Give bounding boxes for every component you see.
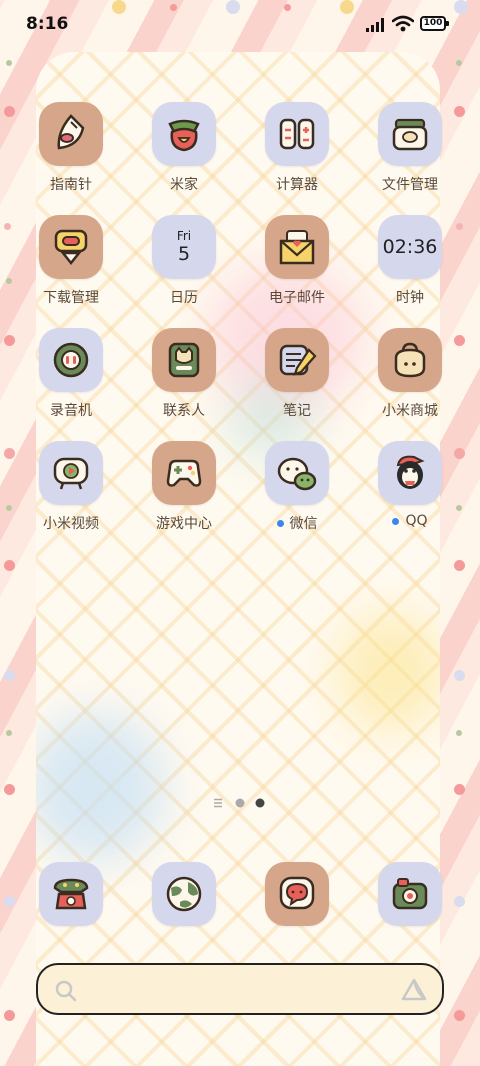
app-file-manager[interactable]: 文件管理 — [363, 102, 457, 194]
app-label: 计算器 — [276, 177, 318, 193]
page-indicator[interactable] — [214, 798, 268, 808]
clock-time: 02:36 — [382, 236, 438, 258]
email-icon — [265, 215, 329, 279]
app-calculator[interactable]: 计算器 — [250, 102, 344, 194]
camera-icon — [378, 862, 442, 926]
app-label: 小米视频 — [43, 516, 99, 532]
app-wechat[interactable]: 微信 — [250, 441, 344, 533]
wifi-icon — [392, 15, 414, 32]
calendar-date: 5 — [177, 243, 191, 265]
dock-messages[interactable] — [250, 862, 344, 926]
browser-icon — [152, 862, 216, 926]
page-dot — [235, 798, 245, 808]
recorder-icon — [39, 328, 103, 392]
search-bar[interactable] — [36, 963, 444, 1015]
app-calendar[interactable]: Fri 5 日历 — [137, 215, 231, 307]
compass-icon — [39, 102, 103, 166]
notes-icon — [265, 328, 329, 392]
app-label: 米家 — [170, 177, 198, 193]
assistant-icon[interactable] — [400, 977, 428, 1003]
messages-icon — [265, 862, 329, 926]
app-mijia[interactable]: 米家 — [137, 102, 231, 194]
app-qq[interactable]: QQ — [363, 441, 457, 529]
app-download-manager[interactable]: 下载管理 — [24, 215, 118, 307]
signal-icon — [366, 18, 384, 32]
app-label: 时钟 — [396, 290, 424, 306]
app-compass[interactable]: 指南针 — [24, 102, 118, 194]
app-contacts[interactable]: 联系人 — [137, 328, 231, 420]
app-label: 电子邮件 — [269, 290, 325, 306]
app-label: 联系人 — [163, 403, 205, 419]
mijia-icon — [152, 102, 216, 166]
app-label: 指南针 — [50, 177, 92, 193]
app-game-center[interactable]: 游戏中心 — [137, 441, 231, 533]
app-label: 小米商城 — [382, 403, 438, 419]
calendar-icon: Fri 5 — [152, 215, 216, 279]
app-email[interactable]: 电子邮件 — [250, 215, 344, 307]
wechat-icon — [265, 441, 329, 505]
new-badge-dot — [276, 519, 284, 527]
file-manager-icon — [378, 102, 442, 166]
phone-icon — [39, 862, 103, 926]
download-manager-icon — [39, 215, 103, 279]
dock-phone[interactable] — [24, 862, 118, 926]
app-label: 文件管理 — [382, 177, 438, 193]
calculator-icon — [265, 102, 329, 166]
app-label: 日历 — [170, 290, 198, 306]
app-label: 录音机 — [50, 403, 92, 419]
app-mi-video[interactable]: 小米视频 — [24, 441, 118, 533]
clock-icon: 02:36 — [378, 215, 442, 279]
app-clock[interactable]: 02:36 时钟 — [363, 215, 457, 307]
app-label: QQ — [405, 513, 428, 529]
dock-browser[interactable] — [137, 862, 231, 926]
app-label: 下载管理 — [43, 290, 99, 306]
status-time: 8:16 — [26, 14, 69, 34]
search-icon[interactable] — [54, 979, 78, 1003]
app-label: 游戏中心 — [156, 516, 212, 532]
app-mi-store[interactable]: 小米商城 — [363, 328, 457, 420]
app-label: 笔记 — [283, 403, 311, 419]
mi-store-icon — [378, 328, 442, 392]
battery-icon: 100 — [420, 16, 449, 31]
mi-video-icon — [39, 441, 103, 505]
dock-camera[interactable] — [363, 862, 457, 926]
calendar-day: Fri — [176, 229, 192, 243]
new-badge-dot — [392, 517, 400, 525]
game-center-icon — [152, 441, 216, 505]
app-recorder[interactable]: 录音机 — [24, 328, 118, 420]
app-notes[interactable]: 笔记 — [250, 328, 344, 420]
page-list-icon — [214, 798, 222, 808]
status-bar: 8:16 100 — [0, 0, 480, 50]
page-dot-active — [255, 798, 265, 808]
app-label: 微信 — [289, 516, 318, 532]
contacts-icon — [152, 328, 216, 392]
qq-icon — [378, 441, 442, 505]
